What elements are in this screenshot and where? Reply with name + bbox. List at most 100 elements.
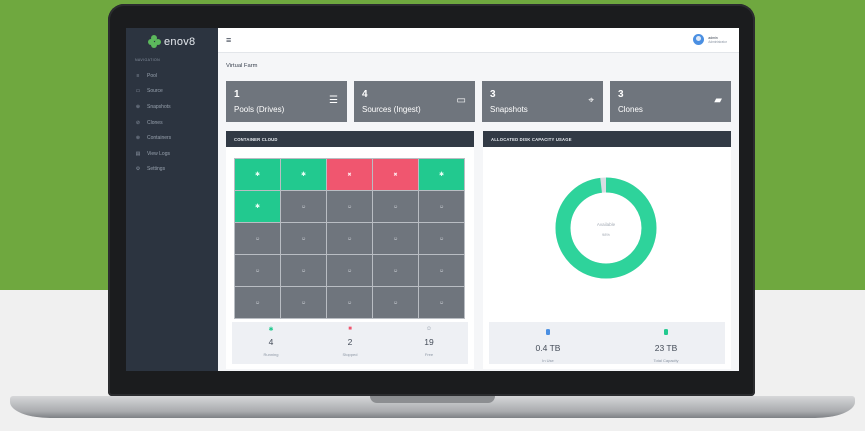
disk-usage-panel: ALLOCATED DISK CAPACITY USAGE Available …	[483, 131, 731, 369]
card-label: Snapshots	[490, 105, 528, 114]
container-stats: ✱ 4 Running ■ 2 Stopped ☺ 19 Free	[232, 322, 468, 364]
stat-value: 0.4 TB	[535, 343, 561, 353]
card-number: 3	[618, 89, 624, 100]
card-label: Pools (Drives)	[234, 105, 285, 114]
log-icon: ▤	[135, 150, 141, 157]
capacity-donut-chart: Available 98%	[555, 177, 657, 279]
logo-text: enov8	[164, 35, 196, 48]
sidebar-item-view-logs[interactable]: ▤ View Logs	[126, 146, 218, 162]
user-menu[interactable]: admin Administrator	[693, 34, 727, 45]
target-icon: ⊕	[135, 103, 141, 110]
stat-label: Total Capacity	[653, 358, 679, 363]
sidebar-item-label: Clones	[147, 119, 163, 126]
container-cell-free[interactable]: ☺	[419, 255, 464, 286]
database-icon	[546, 329, 550, 335]
container-cloud-panel: CONTAINER CLOUD ✱ ✱ ✖ ✖ ✱ ✱ ☺ ☺ ☺ ☺ ☺ ☺ ☺ ☺ ☺ ☺ ☺ ☺ ☺ ☺ ☺ ☺ ☺ ☺…	[226, 131, 474, 369]
sidebar-item-containers[interactable]: ⊛ Containers	[126, 130, 218, 146]
panel-title: CONTAINER CLOUD	[226, 131, 474, 147]
card-number: 3	[490, 89, 496, 100]
logo-leaf-icon	[148, 35, 161, 48]
card-label: Sources (Ingest)	[362, 105, 421, 114]
container-icon: ⊛	[135, 135, 141, 142]
logo[interactable]: enov8	[148, 35, 195, 48]
user-role: Administrator	[708, 39, 727, 44]
database-icon	[664, 329, 668, 335]
container-cell-free[interactable]: ☺	[281, 191, 326, 222]
card-snapshots[interactable]: 3 Snapshots ⌖	[482, 81, 603, 122]
card-number: 1	[234, 89, 240, 100]
donut-percent: 98%	[601, 232, 610, 237]
container-cell-free[interactable]: ☺	[419, 223, 464, 254]
sidebar-item-snapshots[interactable]: ⊕ Snapshots	[126, 99, 218, 115]
container-cell-running[interactable]: ✱	[235, 159, 280, 190]
container-cell-free[interactable]: ☺	[373, 287, 418, 318]
folders-icon: ▰	[714, 95, 722, 106]
container-cell-free[interactable]: ☺	[235, 255, 280, 286]
sidebar-item-clones[interactable]: ⊘ Clones	[126, 115, 218, 131]
stat-label: Free	[424, 352, 434, 357]
stat-label: Running	[263, 352, 279, 357]
sidebar-item-pool[interactable]: ≡ Pool	[126, 68, 218, 84]
laptop-screen: enov8 NAVIGATION ≡ Pool ▭ Source ⊕ Snaps…	[126, 28, 739, 371]
stat-label: In Use	[542, 358, 554, 363]
panel-title: ALLOCATED DISK CAPACITY USAGE	[483, 131, 731, 147]
sidebar-item-label: Containers	[147, 135, 172, 142]
container-cell-free[interactable]: ☺	[327, 255, 372, 286]
stat-stopped: ■ 2 Stopped	[311, 322, 389, 364]
crosshair-icon: ⌖	[588, 95, 594, 106]
container-cell-free[interactable]: ☺	[281, 255, 326, 286]
card-label: Clones	[618, 105, 643, 114]
container-cell-running[interactable]: ✱	[281, 159, 326, 190]
folder-icon: ▭	[135, 88, 141, 95]
container-cell-stopped[interactable]: ✖	[327, 159, 372, 190]
gear-icon: ⚙	[135, 166, 141, 173]
donut-svg	[555, 177, 657, 279]
card-pools[interactable]: 1 Pools (Drives) ☰	[226, 81, 347, 122]
donut-label: Available	[596, 222, 616, 227]
stat-total-capacity: 23 TB Total Capacity	[607, 322, 725, 364]
container-grid: ✱ ✱ ✖ ✖ ✱ ✱ ☺ ☺ ☺ ☺ ☺ ☺ ☺ ☺ ☺ ☺ ☺ ☺ ☺ ☺ ☺ ☺ ☺ ☺ ☺	[234, 158, 465, 319]
sidebar-item-label: Settings	[147, 166, 166, 173]
sidebar-item-label: Snapshots	[147, 103, 171, 110]
stat-running: ✱ 4 Running	[232, 322, 310, 364]
container-cell-free[interactable]: ☺	[419, 191, 464, 222]
sidebar-item-label: Pool	[147, 72, 158, 79]
donut-available-arc	[555, 177, 657, 279]
container-cell-stopped[interactable]: ✖	[373, 159, 418, 190]
page-title: Virtual Farm	[226, 63, 258, 69]
summary-cards: 1 Pools (Drives) ☰ 4 Sources (Ingest) ▭ …	[226, 81, 731, 122]
sidebar-item-label: Source	[147, 88, 163, 95]
sidebar-item-source[interactable]: ▭ Source	[126, 84, 218, 100]
avatar	[693, 34, 705, 45]
container-cell-free[interactable]: ☺	[327, 287, 372, 318]
container-cell-free[interactable]: ☺	[327, 223, 372, 254]
disk-stats: 0.4 TB In Use 23 TB Total Capacity	[489, 322, 725, 364]
container-cell-free[interactable]: ☺	[235, 287, 280, 318]
container-cell-free[interactable]: ☺	[373, 223, 418, 254]
clone-icon: ⊘	[135, 119, 141, 126]
stat-value: 19	[424, 337, 434, 347]
stat-value: 23 TB	[654, 343, 678, 353]
sidebar-item-label: View Logs	[147, 150, 170, 157]
pools-icon: ☰	[329, 95, 338, 106]
hamburger-menu-icon[interactable]: ≡	[226, 35, 231, 45]
laptop-notch	[370, 396, 495, 403]
container-cell-free[interactable]: ☺	[373, 255, 418, 286]
container-cell-free[interactable]: ☺	[281, 223, 326, 254]
stopped-icon: ■	[348, 326, 352, 332]
card-number: 4	[362, 89, 368, 100]
container-cell-free[interactable]: ☺	[281, 287, 326, 318]
container-cell-free[interactable]: ☺	[327, 191, 372, 222]
stat-label: Stopped	[342, 352, 358, 357]
container-cell-running[interactable]: ✱	[419, 159, 464, 190]
sidebar-item-settings[interactable]: ⚙ Settings	[126, 162, 218, 178]
container-cell-free[interactable]: ☺	[235, 223, 280, 254]
card-clones[interactable]: 3 Clones ▰	[610, 81, 731, 122]
free-icon: ☺	[425, 326, 433, 332]
container-cell-free[interactable]: ☺	[373, 191, 418, 222]
container-cell-running[interactable]: ✱	[235, 191, 280, 222]
nav-heading: NAVIGATION	[135, 58, 161, 62]
card-sources[interactable]: 4 Sources (Ingest) ▭	[354, 81, 475, 122]
stat-in-use: 0.4 TB In Use	[489, 322, 607, 364]
container-cell-free[interactable]: ☺	[419, 287, 464, 318]
